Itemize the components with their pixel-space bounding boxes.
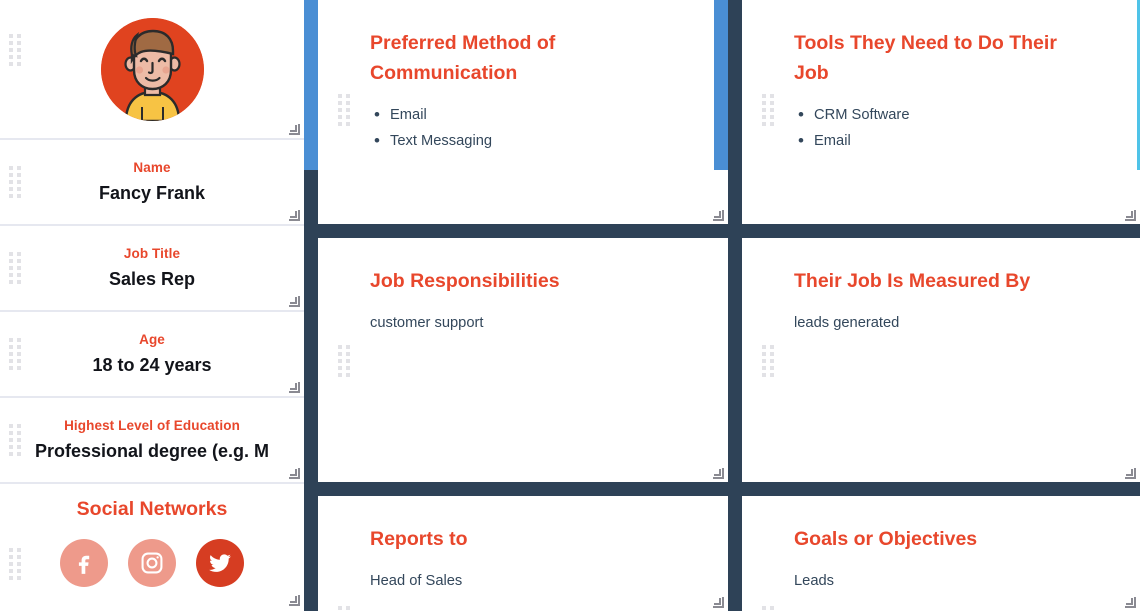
field-card-job-title[interactable]: Job Title Sales Rep xyxy=(0,226,304,312)
persona-panel-grid: Preferred Method of Communication Email … xyxy=(304,0,1140,611)
list-item: Text Messaging xyxy=(374,128,684,154)
panel-text: leads generated xyxy=(794,315,900,331)
panel-text: Leads xyxy=(794,573,835,589)
person-avatar-illustration xyxy=(100,17,204,121)
avatar-card[interactable] xyxy=(0,0,304,140)
resize-handle-icon[interactable] xyxy=(1125,210,1136,221)
facebook-glyph xyxy=(78,555,90,574)
panel-goals-objectives[interactable]: Goals or Objectives Leads xyxy=(742,496,1140,611)
social-networks-title: Social Networks xyxy=(76,498,228,520)
list-item: Email xyxy=(798,128,1096,154)
panel-job-responsibilities[interactable]: Job Responsibilities customer support xyxy=(318,238,728,482)
accent-bar-middle xyxy=(714,0,728,170)
panel-body: CRM Software Email xyxy=(742,88,1140,154)
panel-list: CRM Software Email xyxy=(794,102,1096,154)
drag-handle-icon[interactable] xyxy=(338,604,352,611)
resize-handle-icon[interactable] xyxy=(713,210,724,221)
field-label: Job Title xyxy=(123,246,181,261)
twitter-glyph xyxy=(209,554,231,572)
social-networks-card[interactable]: Social Networks xyxy=(0,484,304,609)
drag-handle-icon[interactable] xyxy=(9,164,23,200)
avatar xyxy=(100,17,204,121)
drag-handle-icon[interactable] xyxy=(9,336,23,372)
panel-body: customer support xyxy=(318,296,728,336)
resize-handle-icon[interactable] xyxy=(289,468,300,479)
panel-text: customer support xyxy=(370,315,484,331)
field-card-education[interactable]: Highest Level of Education Professional … xyxy=(0,398,304,484)
field-label: Highest Level of Education xyxy=(64,418,240,433)
field-value: 18 to 24 years xyxy=(92,355,212,375)
facebook-icon[interactable] xyxy=(60,539,108,587)
panel-title: Preferred Method of Communication xyxy=(370,32,556,84)
drag-handle-icon[interactable] xyxy=(762,343,776,379)
resize-handle-icon[interactable] xyxy=(1125,597,1136,608)
twitter-icon[interactable] xyxy=(196,539,244,587)
panel-job-measured-by[interactable]: Their Job Is Measured By leads generated xyxy=(742,238,1140,482)
field-value: Sales Rep xyxy=(108,269,196,289)
drag-handle-icon[interactable] xyxy=(338,92,352,128)
drag-handle-icon[interactable] xyxy=(9,32,23,68)
panel-body: leads generated xyxy=(742,296,1140,336)
drag-handle-icon[interactable] xyxy=(762,92,776,128)
panel-reports-to[interactable]: Reports to Head of Sales xyxy=(318,496,728,611)
resize-handle-icon[interactable] xyxy=(289,296,300,307)
panel-preferred-communication[interactable]: Preferred Method of Communication Email … xyxy=(318,0,728,224)
accent-bar-left xyxy=(304,0,318,170)
list-item: CRM Software xyxy=(798,102,1096,128)
resize-handle-icon[interactable] xyxy=(289,382,300,393)
field-value: Professional degree (e.g. M xyxy=(34,441,270,461)
resize-handle-icon[interactable] xyxy=(289,124,300,135)
field-card-name[interactable]: Name Fancy Frank xyxy=(0,140,304,226)
drag-handle-icon[interactable] xyxy=(9,250,23,286)
list-item: Email xyxy=(374,102,684,128)
panel-body: Leads xyxy=(742,554,1140,594)
resize-handle-icon[interactable] xyxy=(713,597,724,608)
panel-title: Goals or Objectives xyxy=(794,528,978,550)
panel-body: Email Text Messaging xyxy=(318,88,728,154)
drag-handle-icon[interactable] xyxy=(338,343,352,379)
persona-sidebar: Name Fancy Frank Job Title Sales Rep Age… xyxy=(0,0,304,611)
drag-handle-icon[interactable] xyxy=(9,422,23,458)
persona-board: Name Fancy Frank Job Title Sales Rep Age… xyxy=(0,0,1140,611)
field-label: Age xyxy=(139,332,165,347)
panel-title: Job Responsibilities xyxy=(370,270,560,292)
field-card-age[interactable]: Age 18 to 24 years xyxy=(0,312,304,398)
panel-body: Head of Sales xyxy=(318,554,728,594)
instagram-icon[interactable] xyxy=(128,539,176,587)
resize-handle-icon[interactable] xyxy=(289,210,300,221)
field-label: Name xyxy=(133,160,171,175)
instagram-glyph xyxy=(141,552,163,574)
panel-list: Email Text Messaging xyxy=(370,102,684,154)
field-value: Fancy Frank xyxy=(98,183,206,203)
social-networks-row xyxy=(0,521,304,587)
avatar-wrap xyxy=(0,0,304,138)
drag-handle-icon[interactable] xyxy=(762,604,776,611)
resize-handle-icon[interactable] xyxy=(713,468,724,479)
panel-title: Their Job Is Measured By xyxy=(794,270,1031,292)
panel-text: Head of Sales xyxy=(370,573,463,589)
resize-handle-icon[interactable] xyxy=(289,595,300,606)
panel-title: Reports to xyxy=(370,528,468,550)
drag-handle-icon[interactable] xyxy=(9,546,23,582)
panel-title: Tools They Need to Do Their Job xyxy=(794,32,1057,84)
resize-handle-icon[interactable] xyxy=(1125,468,1136,479)
panel-tools-needed[interactable]: Tools They Need to Do Their Job CRM Soft… xyxy=(742,0,1140,224)
